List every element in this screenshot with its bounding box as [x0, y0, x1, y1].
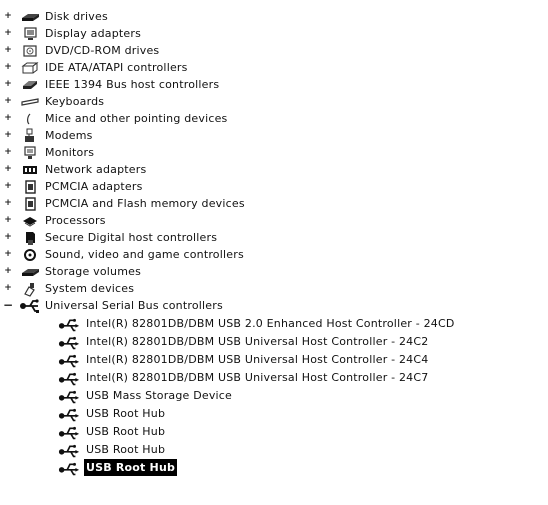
display-adapter-icon — [19, 25, 41, 42]
usb-icon — [58, 441, 80, 458]
usb-icon — [58, 423, 80, 440]
tree-item-label: Keyboards — [45, 95, 105, 108]
expand-toggle[interactable]: + — [3, 144, 13, 161]
tree-item-label: PCMCIA and Flash memory devices — [45, 197, 245, 210]
mouse-icon — [19, 110, 41, 127]
usb-icon — [58, 387, 80, 404]
usb-icon — [58, 405, 80, 422]
sound-icon — [19, 246, 41, 263]
usb-icon — [58, 315, 80, 332]
usb-icon — [58, 333, 80, 350]
tree-item-label: Disk drives — [45, 10, 108, 23]
expand-toggle[interactable]: + — [3, 246, 13, 263]
tree-item-label: Mice and other pointing devices — [45, 112, 228, 125]
tree-item-label: Storage volumes — [45, 265, 142, 278]
usb-icon — [58, 369, 80, 386]
processor-icon — [19, 212, 41, 229]
tree-item-label: Secure Digital host controllers — [45, 231, 218, 244]
network-adapter-icon — [19, 161, 41, 178]
expand-toggle[interactable]: + — [3, 161, 13, 178]
keyboard-icon — [19, 93, 41, 110]
expand-toggle[interactable]: + — [3, 263, 13, 280]
ide-controller-icon — [19, 59, 41, 76]
modem-icon — [19, 127, 41, 144]
expand-toggle[interactable]: + — [3, 8, 13, 25]
expand-toggle[interactable]: + — [3, 110, 13, 127]
tree-item-label: Sound, video and game controllers — [45, 248, 244, 261]
disk-drive-icon — [19, 8, 41, 25]
expand-toggle[interactable]: + — [3, 25, 13, 42]
tree-item-label: USB Root Hub — [86, 407, 166, 420]
tree-item-label: Display adapters — [45, 27, 142, 40]
tree-item-label-selected: USB Root Hub — [84, 459, 178, 476]
tree-item-label: USB Root Hub — [86, 425, 166, 438]
tree-item-label: PCMCIA adapters — [45, 180, 143, 193]
tree-item-label: IDE ATA/ATAPI controllers — [45, 61, 188, 74]
monitor-icon — [19, 144, 41, 161]
expand-toggle[interactable]: + — [3, 76, 13, 93]
expand-toggle[interactable]: + — [3, 212, 13, 229]
collapse-toggle[interactable]: − — [3, 297, 13, 314]
expand-toggle[interactable]: + — [3, 178, 13, 195]
tree-item-label: System devices — [45, 282, 135, 295]
dvd-drive-icon — [19, 42, 41, 59]
usb-icon — [19, 297, 41, 314]
tree-item-label: Monitors — [45, 146, 95, 159]
expand-toggle[interactable]: + — [3, 93, 13, 110]
tree-item-label: USB Mass Storage Device — [86, 389, 233, 402]
tree-item-label: Intel(R) 82801DB/DBM USB 2.0 Enhanced Ho… — [86, 317, 455, 330]
tree-item-label: USB Root Hub — [86, 443, 166, 456]
expand-toggle[interactable]: + — [3, 195, 13, 212]
expand-toggle[interactable]: + — [3, 42, 13, 59]
tree-item-label: Processors — [45, 214, 106, 227]
usb-icon — [58, 459, 80, 476]
expand-toggle[interactable]: + — [3, 280, 13, 297]
tree-item-label: Network adapters — [45, 163, 147, 176]
system-device-icon — [19, 280, 41, 297]
tree-item-label: DVD/CD-ROM drives — [45, 44, 160, 57]
device-tree[interactable]: + Disk drives + Display adapters + DVD/C… — [0, 0, 548, 505]
expand-toggle[interactable]: + — [3, 229, 13, 246]
storage-volume-icon — [19, 263, 41, 280]
expand-toggle[interactable]: + — [3, 127, 13, 144]
tree-item-label: Universal Serial Bus controllers — [45, 299, 223, 312]
tree-item-label: IEEE 1394 Bus host controllers — [45, 78, 220, 91]
tree-item-label: Intel(R) 82801DB/DBM USB Universal Host … — [86, 353, 429, 366]
expand-toggle[interactable]: + — [3, 59, 13, 76]
flash-memory-icon — [19, 195, 41, 212]
ieee1394-icon — [19, 76, 41, 93]
pcmcia-icon — [19, 178, 41, 195]
sd-controller-icon — [19, 229, 41, 246]
tree-item-label: Intel(R) 82801DB/DBM USB Universal Host … — [86, 335, 429, 348]
tree-item-label: Intel(R) 82801DB/DBM USB Universal Host … — [86, 371, 429, 384]
tree-item-label: Modems — [45, 129, 93, 142]
usb-icon — [58, 351, 80, 368]
